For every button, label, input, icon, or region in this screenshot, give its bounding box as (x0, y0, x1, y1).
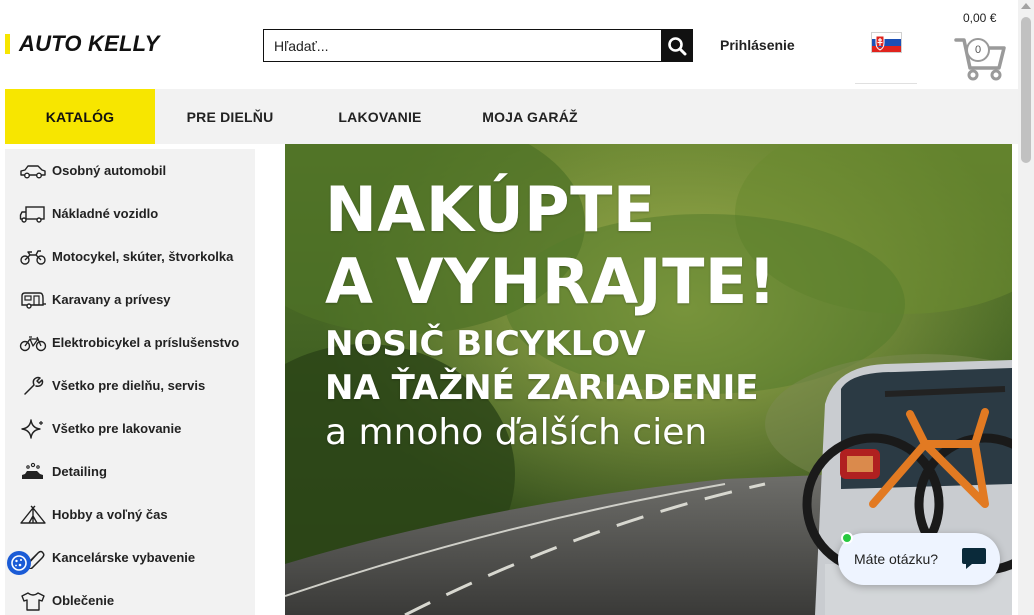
nav-item-lakovanie[interactable]: LAKOVANIE (305, 89, 455, 144)
cart-count-badge[interactable]: 0 (966, 38, 990, 62)
truck-icon (19, 205, 45, 223)
main-nav: KATALÓG PRE DIELŇU LAKOVANIE MOJA GARÁŽ (5, 89, 1018, 144)
search-input[interactable] (264, 30, 661, 61)
language-divider (855, 83, 917, 84)
logo[interactable]: AUTO KELLY (5, 31, 160, 56)
search-box (263, 29, 693, 62)
chat-label: Máte otázku? (854, 551, 939, 567)
cart-price: 0,00 € (963, 11, 997, 25)
sparkle-icon (21, 418, 43, 439)
banner-line-1: NAKÚPTE (325, 173, 656, 246)
car-wash-icon (22, 462, 43, 479)
banner-headline: NAKÚPTE A VYHRAJTE! NOSIČ BICYKLOV NA ŤA… (325, 174, 777, 456)
car-icon (20, 164, 46, 178)
cookie-settings-button[interactable] (7, 551, 31, 575)
bicycle-icon (19, 335, 47, 351)
sidebar-item-label: Karavany a prívesy (52, 292, 171, 307)
nav-item-moja-garaz[interactable]: MOJA GARÁŽ (455, 89, 605, 144)
nav-item-katalog[interactable]: KATALÓG (5, 89, 155, 144)
banner-line-4: NA ŤAŽNÉ ZARIADENIE (325, 368, 759, 408)
sidebar-item-dielna-servis[interactable]: Všetko pre dielňu, servis (5, 364, 255, 407)
motorcycle-icon (20, 249, 46, 265)
logo-text: AUTO KELLY (19, 31, 160, 56)
scroll-up-arrow-icon[interactable] (1021, 3, 1031, 9)
sidebar-item-label: Všetko pre dielňu, servis (52, 378, 206, 393)
sidebar-item-lakovanie[interactable]: Všetko pre lakovanie (5, 407, 255, 450)
banner-line-2: A VYHRAJTE! (325, 245, 777, 318)
search-icon (667, 36, 686, 55)
logo-bar (5, 34, 10, 54)
sidebar-item-label: Elektrobicykel a príslušenstvo (52, 335, 240, 350)
category-sidebar: Osobný automobil Nákladné vozidlo Motocy… (5, 149, 255, 615)
sidebar-item-label: Osobný automobil (52, 163, 167, 178)
sidebar-item-label: Oblečenie (52, 593, 115, 608)
chat-bubble-icon[interactable] (960, 544, 988, 572)
sidebar-item-nakladne-vozidlo[interactable]: Nákladné vozidlo (5, 192, 255, 235)
nav-item-pre-dielnu[interactable]: PRE DIELŇU (155, 89, 305, 144)
caravan-icon (21, 291, 46, 309)
sidebar-item-detailing[interactable]: Detailing (5, 450, 255, 493)
sidebar-item-label: Hobby a voľný čas (52, 507, 168, 522)
sidebar-item-label: Všetko pre lakovanie (52, 421, 182, 436)
sidebar-item-elektrobicykel[interactable]: Elektrobicykel a príslušenstvo (5, 321, 255, 364)
search-button[interactable] (661, 30, 692, 61)
sidebar-item-label: Motocykel, skúter, štvorkolka (52, 249, 234, 264)
cookie-icon (11, 555, 27, 571)
tent-icon (20, 505, 46, 524)
sidebar-item-osobny-automobil[interactable]: Osobný automobil (5, 149, 255, 192)
sidebar-item-oblecenie[interactable]: Oblečenie (5, 579, 255, 615)
slovak-flag-icon[interactable] (871, 32, 902, 53)
wrench-icon (24, 376, 44, 395)
banner-line-3: NOSIČ BICYKLOV (325, 324, 646, 364)
sidebar-item-label: Detailing (52, 464, 107, 479)
header: AUTO KELLY Prihlásenie 0,00 € (0, 0, 1018, 89)
sidebar-item-label: Kancelárske vybavenie (52, 550, 196, 565)
banner-line-5: a mnoho ďalších cien (325, 412, 708, 453)
page: AUTO KELLY Prihlásenie 0,00 € (0, 0, 1034, 615)
sidebar-item-kancelarske[interactable]: Kancelárske vybavenie (5, 536, 255, 579)
tshirt-icon (21, 591, 45, 611)
scroll-thumb[interactable] (1021, 17, 1031, 163)
sidebar-item-hobby[interactable]: Hobby a voľný čas (5, 493, 255, 536)
login-link[interactable]: Prihlásenie (720, 37, 795, 53)
online-status-dot (841, 532, 853, 544)
sidebar-item-label: Nákladné vozidlo (52, 206, 159, 221)
sidebar-item-motocykel[interactable]: Motocykel, skúter, štvorkolka (5, 235, 255, 278)
sidebar-item-karavany[interactable]: Karavany a prívesy (5, 278, 255, 321)
